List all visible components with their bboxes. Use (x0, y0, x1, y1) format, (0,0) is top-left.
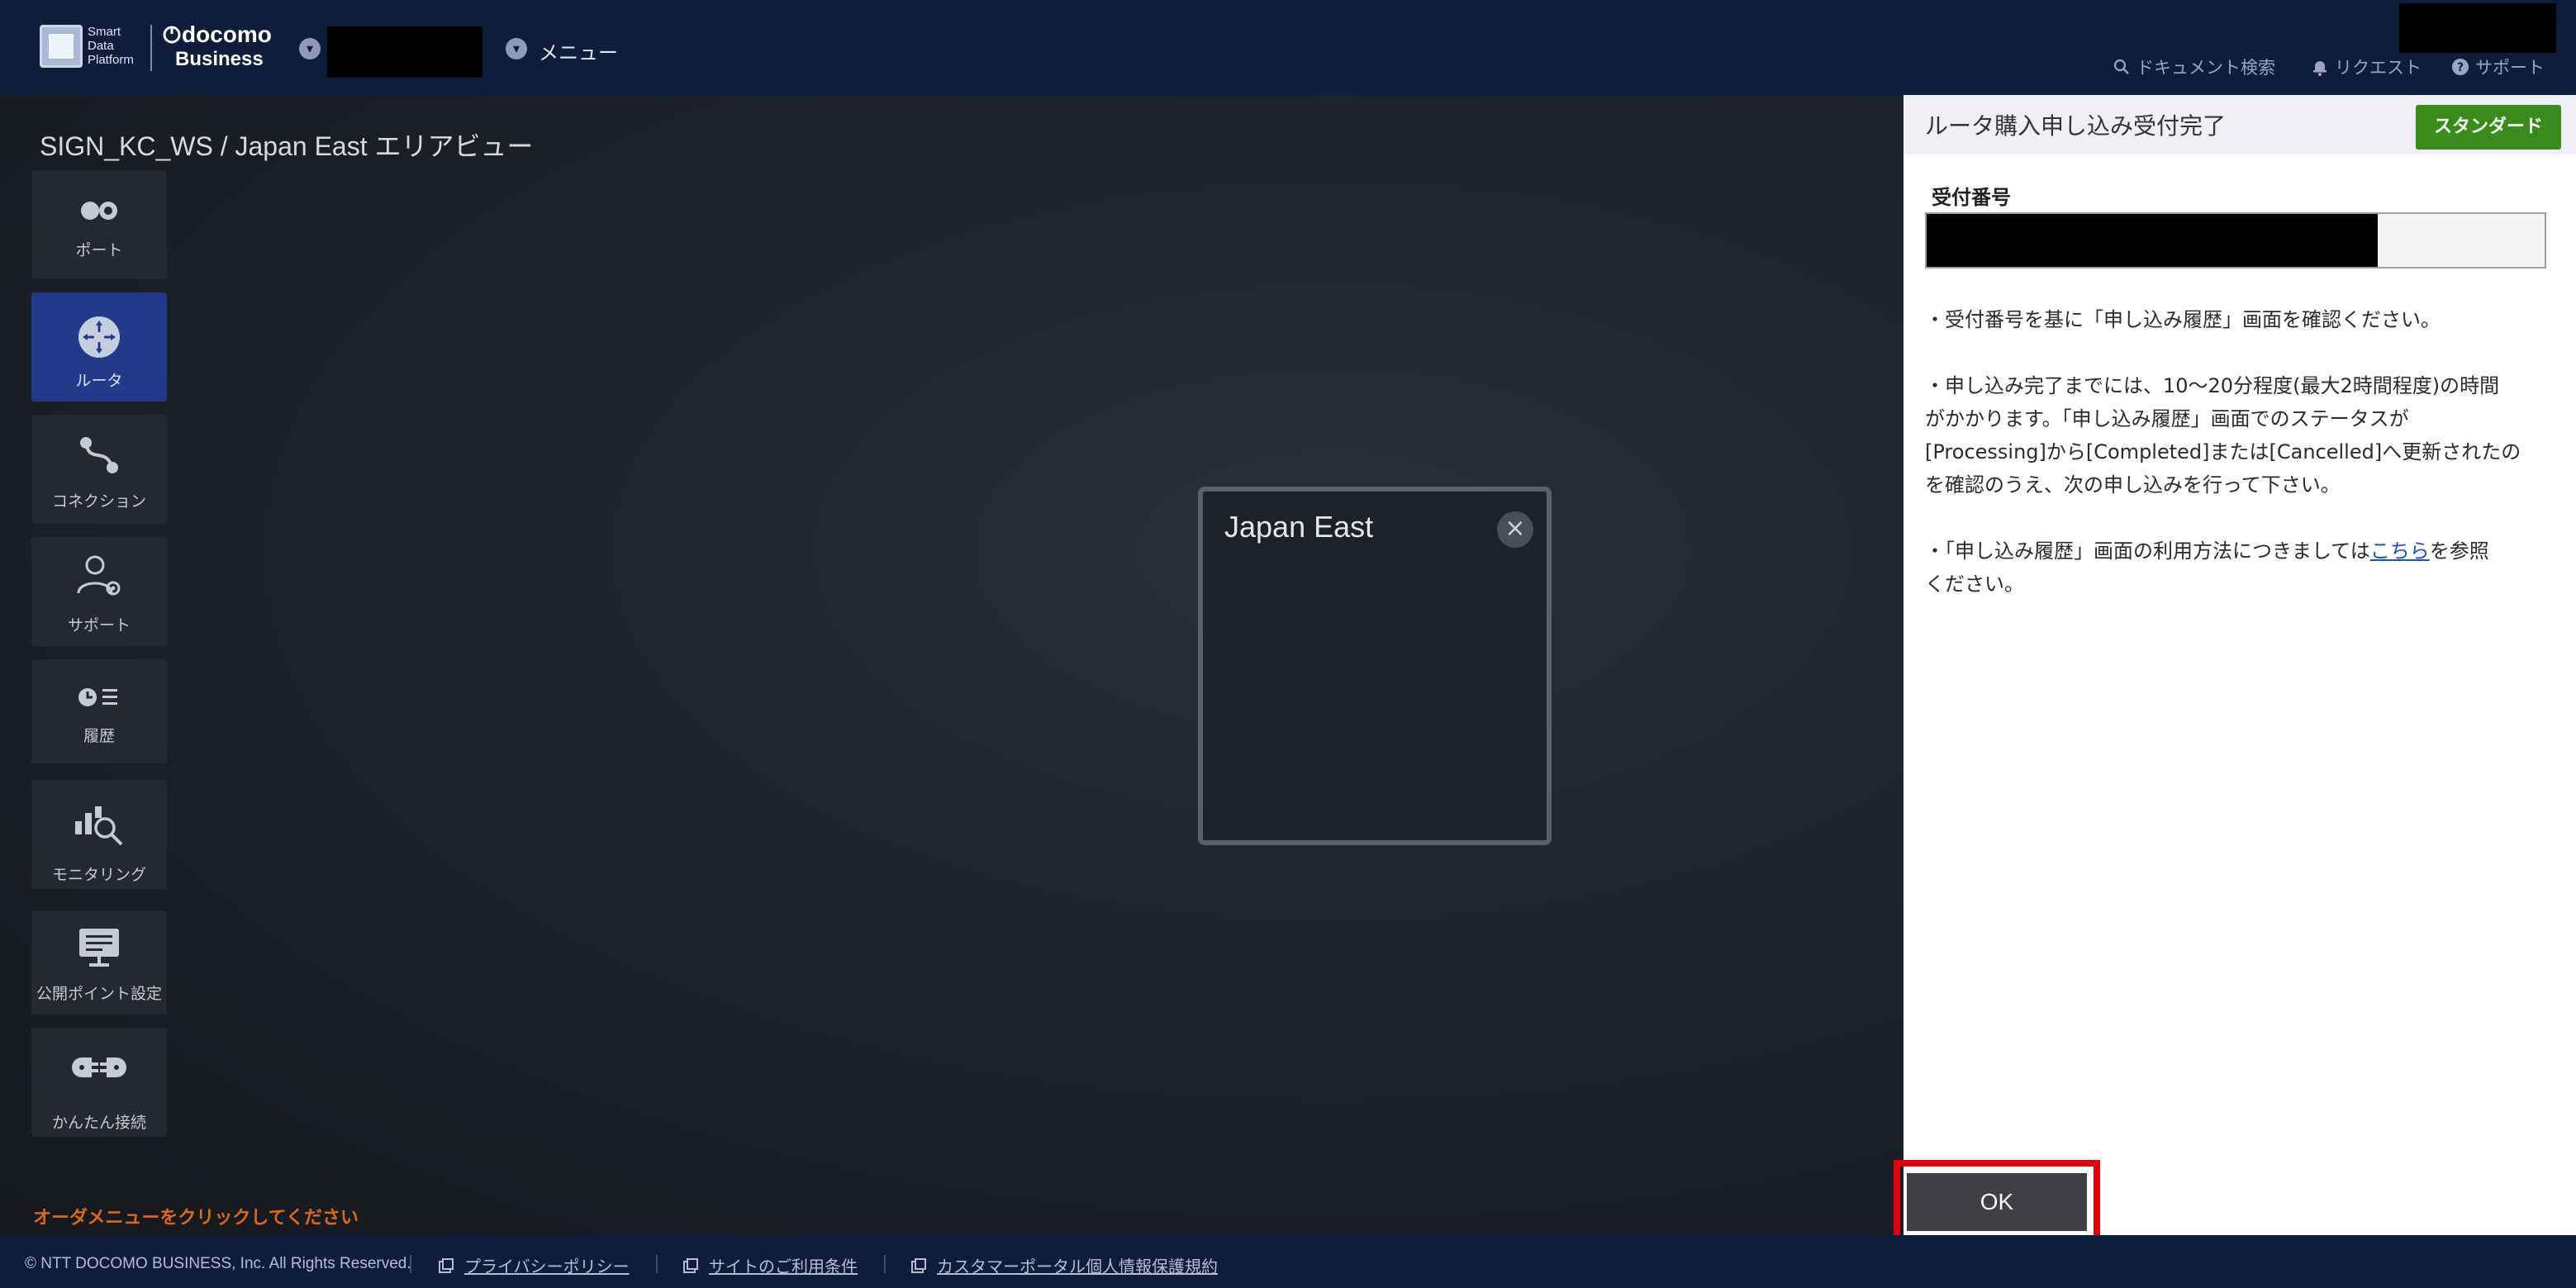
sidebar-item-monitoring[interactable]: モニタリング (31, 780, 167, 889)
logo-divider (150, 25, 152, 71)
instruction-para-1: ・受付番号を基に「申し込み履歴」画面を確認ください。 (1925, 303, 2561, 336)
sidebar-label-connection: コネクション (51, 492, 146, 511)
area-map-canvas[interactable] (0, 95, 1903, 1235)
instruction-para-2: ・申し込み完了までには、10〜20分程度(最大2時間程度)の時間 がかかります。… (1925, 369, 2561, 501)
breadcrumb: SIGN_KC_WS / Japan East エリアビュー (40, 131, 534, 161)
connection-icon (80, 437, 118, 473)
area-popup-japan-east[interactable]: Japan East × (1198, 487, 1552, 845)
logo-text-line2: Data (88, 39, 114, 53)
request-link[interactable]: リクエスト (2310, 55, 2422, 79)
business-logo-text: Business (175, 48, 264, 70)
order-menu-hint: オーダメニューをクリックしてください (33, 1208, 359, 1229)
bell-icon (2313, 61, 2326, 76)
sidebar-item-easy-connect[interactable]: かんたん接続 (31, 1028, 167, 1137)
footer-divider (884, 1255, 886, 1273)
receipt-number-label: 受付番号 (1932, 186, 2011, 209)
ok-button[interactable]: OK (1907, 1173, 2087, 1231)
external-link-icon (439, 1257, 454, 1273)
sidebar-item-port[interactable]: ポート (31, 170, 167, 279)
sidebar-item-history[interactable]: 履歴 (31, 659, 167, 763)
instruction-line: がかかります。「申し込み履歴」画面でのステータスが (1925, 407, 2409, 430)
support-person-icon (77, 555, 121, 596)
portal-privacy-link[interactable]: カスタマーポータル個人情報保護規約 (910, 1253, 1218, 1277)
privacy-policy-label: プライバシーポリシー (464, 1257, 630, 1276)
instruction-para-3: ・「申し込み履歴」画面の利用方法につきましてはこちらを参照 ください。 (1925, 535, 2561, 601)
privacy-policy-link[interactable]: プライバシーポリシー (438, 1253, 630, 1277)
docomo-logo: docomo (162, 21, 272, 48)
search-icon (2113, 59, 2129, 74)
logo-text-line1: Smart (88, 25, 121, 39)
portal-privacy-label: カスタマーポータル個人情報保護規約 (937, 1257, 1218, 1276)
support-link[interactable]: ? サポート (2450, 55, 2545, 79)
sidebar-label-router: ルータ (75, 372, 123, 390)
tenant-chevron-down-icon[interactable]: ▾ (299, 38, 321, 59)
logo-text-line3: Platform (88, 53, 134, 67)
docomo-logo-text: docomo (182, 21, 272, 47)
sidebar-item-public-point[interactable]: 公開ポイント設定 (31, 910, 167, 1015)
history-icon (78, 688, 117, 706)
instruction-line: ・「申し込み履歴」画面の利用方法につきましてはこちらを参照 (1925, 535, 2561, 568)
sidebar-label-monitoring: モニタリング (51, 866, 146, 884)
smart-data-platform-logo-icon (40, 25, 83, 68)
port-icon (81, 202, 117, 220)
sidebar-label-support: サポート (67, 616, 131, 634)
copyright-text: © NTT DOCOMO BUSINESS, Inc. All Rights R… (25, 1255, 411, 1272)
sidebar-label-port: ポート (75, 241, 123, 259)
smart-data-platform-logo-text: Smart Data Platform (88, 25, 134, 67)
receipt-number-redacted (1927, 214, 2378, 267)
router-icon (78, 316, 120, 358)
site-terms-label: サイトのご利用条件 (709, 1257, 858, 1276)
footer-divider (410, 1255, 411, 1273)
plan-badge: スタンダード (2416, 105, 2561, 150)
doc-search-link[interactable]: ドキュメント検索 (2112, 55, 2275, 79)
sidebar-label-history: 履歴 (83, 727, 115, 745)
external-link-icon (683, 1257, 698, 1273)
sidebar-item-router[interactable]: ルータ (31, 292, 167, 402)
instruction-line: ・申し込み完了までには、10〜20分程度(最大2時間程度)の時間 (1925, 374, 2500, 397)
usage-guide-link[interactable]: こちら (2370, 539, 2430, 563)
instruction-line: ・受付番号を基に「申し込み履歴」画面を確認ください。 (1925, 308, 2441, 331)
instruction-line: を確認のうえ、次の申し込みを行って下さい。 (1925, 473, 2341, 497)
instruction-text: を参照 (2429, 539, 2489, 563)
footer-divider (656, 1255, 658, 1273)
footer: © NTT DOCOMO BUSINESS, Inc. All Rights R… (0, 1235, 2576, 1288)
request-label: リクエスト (2335, 58, 2422, 78)
sidebar-label-public-point: 公開ポイント設定 (36, 985, 162, 1003)
doc-search-label: ドキュメント検索 (2136, 58, 2275, 78)
docomo-mark-icon (163, 26, 181, 44)
panel-title: ルータ購入申し込み受付完了 (1925, 112, 2227, 140)
receipt-number-field[interactable] (1925, 212, 2546, 269)
sidebar-label-easy-connect: かんたん接続 (51, 1114, 146, 1132)
instruction-line: ください。 (1925, 573, 2024, 596)
monitoring-icon (75, 806, 123, 846)
site-terms-link[interactable]: サイトのご利用条件 (682, 1253, 858, 1277)
menu-chevron-down-icon[interactable]: ▾ (506, 38, 527, 59)
external-link-icon (911, 1257, 926, 1273)
menu-button[interactable]: メニュー (539, 36, 618, 65)
top-header: Smart Data Platform docomo Business ▾ ▾ … (0, 0, 2576, 95)
order-complete-panel: ルータ購入申し込み受付完了 スタンダード 受付番号 ・受付番号を基に「申し込み履… (1903, 95, 2576, 1235)
sidebar-item-support[interactable]: サポート (31, 537, 167, 646)
public-point-icon (79, 929, 119, 967)
instruction-text: ・「申し込み履歴」画面の利用方法につきましては (1925, 539, 2370, 563)
panel-header: ルータ購入申し込み受付完了 スタンダード (1903, 95, 2576, 154)
easy-connect-icon (72, 1057, 126, 1077)
instruction-line: [Processing]から[Completed]または[Cancelled]へ… (1925, 440, 2521, 463)
tenant-name-redacted[interactable] (327, 26, 482, 78)
svg-text:?: ? (2457, 61, 2464, 74)
sidebar-item-connection[interactable]: コネクション (31, 415, 167, 524)
user-account-redacted[interactable] (2399, 3, 2556, 53)
area-popup-close-icon[interactable]: × (1497, 511, 1533, 548)
help-circle-icon: ? (2452, 59, 2469, 75)
support-label: サポート (2475, 58, 2545, 78)
area-popup-title: Japan East (1224, 510, 1374, 544)
